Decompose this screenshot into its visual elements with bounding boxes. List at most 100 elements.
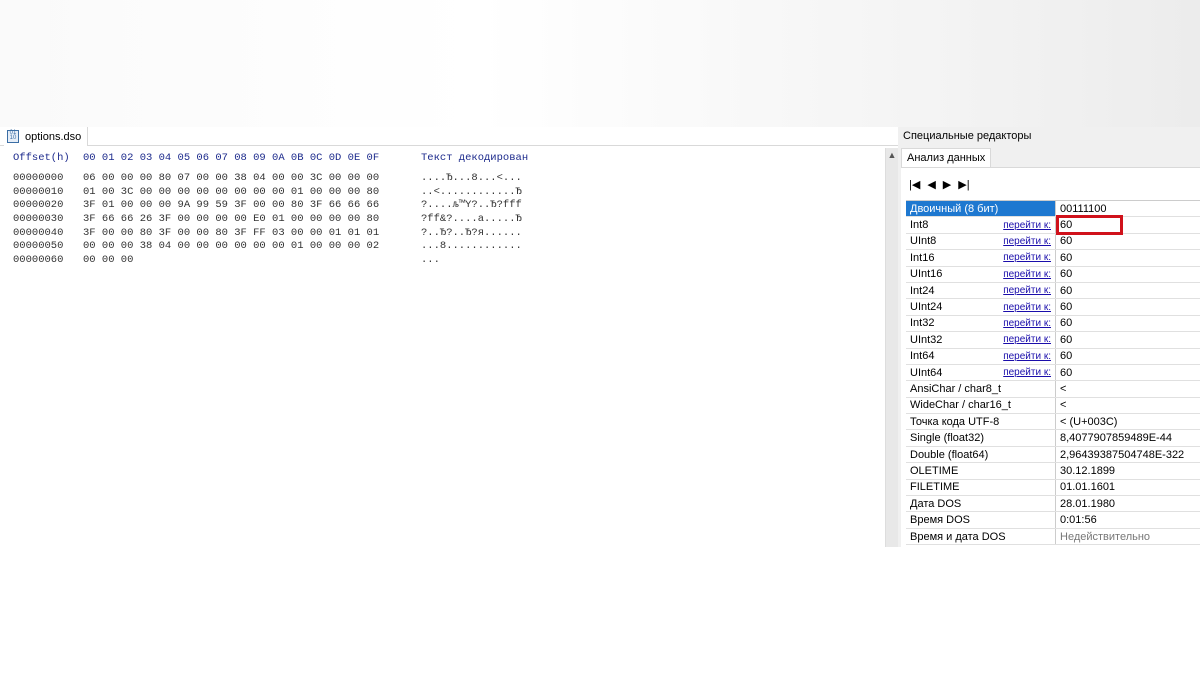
goto-link[interactable]: перейти к: (1003, 351, 1051, 362)
prev-icon[interactable]: ◀ (927, 178, 935, 191)
goto-link[interactable]: перейти к: (1003, 367, 1051, 378)
row-value[interactable]: 28.01.1980 (1060, 498, 1115, 510)
offset-header: Offset(h) (13, 152, 70, 164)
next-icon[interactable]: ▶ (943, 178, 951, 191)
row-value[interactable]: < (U+003C) (1060, 416, 1117, 428)
row-label: UInt32 (910, 333, 943, 346)
row-text[interactable]: ..<............Ђ (421, 186, 522, 200)
row-value[interactable]: 60 (1060, 252, 1072, 264)
inspector-row[interactable]: Int32 перейти к: 60 (906, 315, 1200, 333)
row-value[interactable]: < (1060, 383, 1066, 395)
row-text[interactable]: ... (421, 254, 440, 268)
row-offset: 00000010 (13, 185, 64, 198)
goto-link[interactable]: перейти к: (1003, 220, 1051, 231)
row-text[interactable]: ...8............ (421, 240, 522, 254)
row-value[interactable]: 2,96439387504748E-322 (1060, 449, 1184, 461)
row-value[interactable]: 01.01.1601 (1060, 481, 1115, 493)
goto-link[interactable]: перейти к: (1003, 302, 1051, 313)
inspector-row[interactable]: UInt64 перейти к: 60 (906, 364, 1200, 382)
row-label: OLETIME (910, 464, 959, 477)
row-offset: 00000000 (13, 172, 64, 184)
inspector-row[interactable]: Int24 перейти к: 60 (906, 282, 1200, 300)
row-bytes[interactable]: 00 00 00 38 04 00 00 00 00 00 00 01 00 0… (83, 240, 421, 254)
row-value[interactable]: 60 (1060, 317, 1072, 329)
inspector-row[interactable]: Int8 перейти к: 60 (906, 215, 1200, 236)
goto-link[interactable]: перейти к: (1003, 285, 1051, 296)
row-bytes[interactable]: 3F 00 00 80 3F 00 00 80 3F FF 03 00 00 0… (83, 227, 421, 241)
inspector-row[interactable]: Время и дата DOS Недействительно (906, 528, 1200, 546)
inspector-row[interactable]: OLETIME 30.12.1899 (906, 463, 1200, 480)
inspector-row[interactable]: Двоичный (8 бит) 00111100 (906, 201, 1200, 218)
inspector-row[interactable]: Время DOS 0:01:56 (906, 512, 1200, 529)
inspector-row[interactable]: Точка кода UTF-8 < (U+003C) (906, 414, 1200, 431)
row-value[interactable]: 60 (1060, 334, 1072, 346)
goto-link[interactable]: перейти к: (1003, 252, 1051, 263)
inspector-row[interactable]: UInt8 перейти к: 60 (906, 233, 1200, 251)
inspector-row[interactable]: Single (float32) 8,4077907859489E-44 (906, 430, 1200, 447)
row-value[interactable]: 30.12.1899 (1060, 465, 1115, 477)
inspector-row[interactable]: UInt32 перейти к: 60 (906, 332, 1200, 349)
row-offset: 00000050 (13, 240, 64, 253)
row-value[interactable]: < (1060, 399, 1066, 411)
first-icon[interactable]: |◀ (909, 178, 920, 191)
hex-row[interactable]: 00000000 06 00 00 00 80 07 00 00 38 04 00… (13, 172, 528, 186)
hex-row[interactable]: 00000050 00 00 00 38 04 00 00 00 00 00 00… (13, 240, 528, 254)
row-bytes[interactable]: 01 00 3C 00 00 00 00 00 00 00 00 01 00 0… (83, 186, 421, 200)
row-text[interactable]: ?..Ђ?..Ђ?я...... (421, 227, 522, 241)
inspector-row[interactable]: Int64 перейти к: 60 (906, 348, 1200, 365)
goto-link[interactable]: перейти к: (1003, 334, 1051, 345)
row-value[interactable]: 0:01:56 (1060, 514, 1097, 526)
hex-row[interactable]: 00000040 3F 00 00 80 3F 00 00 80 3F FF 03… (13, 227, 528, 241)
row-label: Время и дата DOS (910, 530, 1006, 543)
row-text[interactable]: ....Ђ...8...<... (421, 172, 522, 186)
hex-row[interactable]: 00000020 3F 01 00 00 00 9A 99 59 3F 00 00… (13, 199, 528, 213)
row-value[interactable]: 60 (1060, 268, 1072, 280)
hex-row[interactable]: 00000060 00 00 00... (13, 254, 528, 268)
inspector-row[interactable]: UInt16 перейти к: 60 (906, 266, 1200, 283)
row-label: Двоичный (8 бит) (910, 202, 999, 215)
inspector-row[interactable]: FILETIME 01.01.1601 (906, 479, 1200, 497)
row-value[interactable]: 8,4077907859489E-44 (1060, 432, 1172, 444)
inspector-row[interactable]: Double (float64) 2,96439387504748E-322 (906, 446, 1200, 464)
vertical-scrollbar[interactable]: ▲ (885, 148, 898, 547)
file-tab[interactable]: 01 10 options.dso (4, 127, 89, 146)
row-value[interactable]: 60 (1060, 301, 1072, 313)
file-icon: 01 10 (7, 130, 19, 143)
special-editors-panel: Специальные редакторы Анализ данных |◀ ◀… (898, 127, 1200, 547)
row-value[interactable]: 60 (1060, 235, 1072, 247)
row-value[interactable]: 00111100 (1060, 203, 1107, 215)
row-label: Int16 (910, 251, 935, 264)
row-value[interactable]: 60 (1060, 367, 1072, 379)
tab-data-analysis[interactable]: Анализ данных (901, 148, 992, 168)
goto-link[interactable]: перейти к: (1003, 269, 1051, 280)
row-text[interactable]: ?ff&?....а.....Ђ (421, 213, 522, 227)
inspector-row[interactable]: UInt24 перейти к: 60 (906, 299, 1200, 316)
row-bytes[interactable]: 00 00 00 (83, 254, 421, 268)
scroll-up-icon[interactable]: ▲ (886, 150, 898, 160)
row-value[interactable]: Недействительно (1060, 531, 1150, 543)
row-value[interactable]: 60 (1060, 350, 1072, 362)
row-label: Int32 (910, 317, 935, 330)
row-value[interactable]: 60 (1060, 285, 1072, 297)
inspector-row[interactable]: AnsiChar / char8_t < (906, 381, 1200, 398)
hex-row[interactable]: 00000030 3F 66 66 26 3F 00 00 00 00 E0 01… (13, 213, 528, 227)
data-inspector-table: Двоичный (8 бит) 00111100 Int8 перейти к: 60… (906, 200, 1200, 546)
inspector-row[interactable]: WideChar / char16_t < (906, 397, 1200, 415)
bytes-header: 00 01 02 03 04 05 06 07 08 09 0A 0B 0C 0… (83, 152, 380, 164)
row-label: Int64 (910, 350, 935, 363)
hex-view[interactable]: Offset(h) 00 01 02 03 04 05 06 07 08 09 … (13, 152, 528, 268)
row-bytes[interactable]: 3F 66 66 26 3F 00 00 00 00 E0 01 00 00 0… (83, 213, 421, 227)
inspector-row[interactable]: Дата DOS 28.01.1980 (906, 496, 1200, 513)
hex-row[interactable]: 00000010 01 00 3C 00 00 00 00 00 00 00 00… (13, 186, 528, 200)
row-label: Int8 (910, 219, 929, 232)
goto-link[interactable]: перейти к: (1003, 318, 1051, 329)
last-icon[interactable]: ▶| (958, 178, 969, 191)
row-text[interactable]: ?....љ™Y?..Ђ?fff (421, 199, 522, 213)
file-tab-bar: 01 10 options.dso (0, 127, 898, 146)
row-bytes[interactable]: 06 00 00 00 80 07 00 00 38 04 00 00 3C 0… (83, 172, 421, 186)
goto-link[interactable]: перейти к: (1003, 236, 1051, 247)
row-label: UInt16 (910, 268, 943, 281)
inspector-row[interactable]: Int16 перейти к: 60 (906, 250, 1200, 267)
row-bytes[interactable]: 3F 01 00 00 00 9A 99 59 3F 00 00 80 3F 6… (83, 199, 421, 213)
row-offset: 00000020 (13, 199, 64, 212)
